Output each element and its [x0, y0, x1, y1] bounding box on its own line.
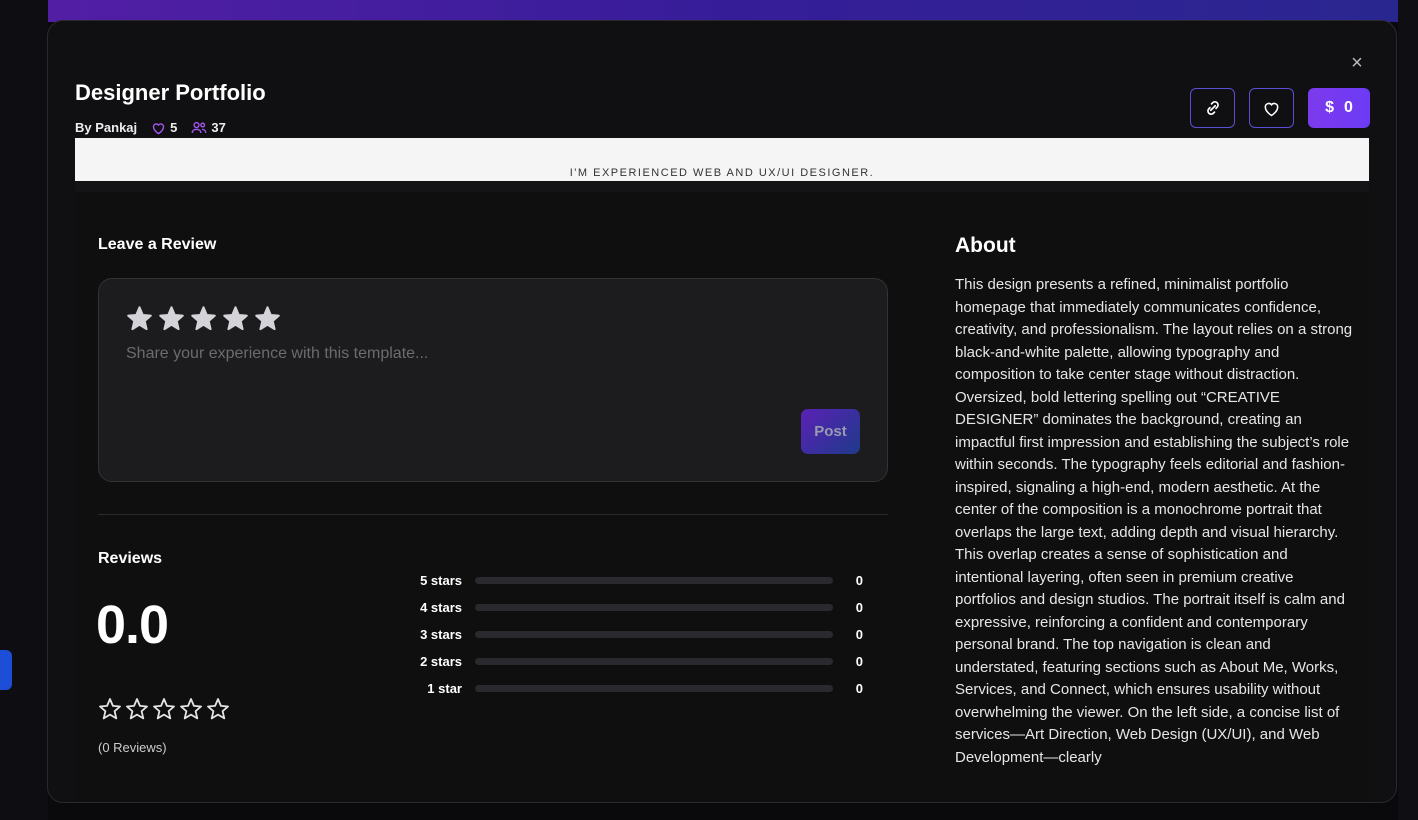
- post-review-button[interactable]: Post: [801, 409, 860, 454]
- leave-review-heading: Leave a Review: [98, 236, 217, 253]
- about-description: This design presents a refined, minimali…: [955, 276, 1353, 766]
- average-rating: 0.0: [96, 595, 169, 655]
- distribution-label: 1 star: [427, 681, 462, 696]
- template-preview: I'M EXPERIENCED WEB AND UX/UI DESIGNER.: [75, 138, 1369, 192]
- star-icon[interactable]: [126, 305, 153, 337]
- rating-input: [126, 305, 286, 337]
- about-heading: About: [955, 234, 1016, 257]
- distribution-bar: [475, 577, 833, 584]
- star-icon[interactable]: [190, 305, 217, 337]
- rating-distribution: 5 stars 0 4 stars 0 3 stars 0 2 stars 0 1 star 0: [405, 567, 863, 702]
- author-label: By Pankaj: [75, 120, 138, 135]
- distribution-row: 4 stars 0: [405, 594, 863, 621]
- distribution-bar: [475, 631, 833, 638]
- star-icon: [98, 697, 122, 726]
- close-button[interactable]: ×: [1347, 53, 1367, 73]
- distribution-count: 0: [855, 600, 863, 615]
- users-stat: 37: [191, 120, 226, 135]
- background-active-indicator: [0, 650, 12, 690]
- preview-caption: I'M EXPERIENCED WEB AND UX/UI DESIGNER.: [569, 167, 875, 179]
- distribution-count: 0: [855, 627, 863, 642]
- favorite-button[interactable]: [1249, 88, 1294, 128]
- purchase-button[interactable]: $ 0: [1308, 88, 1370, 128]
- price-value: 0: [1344, 99, 1353, 116]
- star-icon: [152, 697, 176, 726]
- distribution-label: 2 stars: [420, 654, 462, 669]
- background-edge: [1398, 0, 1418, 820]
- star-icon: [125, 697, 149, 726]
- star-icon[interactable]: [254, 305, 281, 337]
- dollar-icon: $: [1325, 99, 1334, 116]
- distribution-label: 5 stars: [420, 573, 462, 588]
- users-count: 37: [211, 120, 226, 135]
- star-icon[interactable]: [222, 305, 249, 337]
- review-textarea[interactable]: Share your experience with this template…: [126, 345, 428, 363]
- header-actions: $ 0: [1190, 88, 1370, 128]
- distribution-count: 0: [855, 654, 863, 669]
- distribution-bar: [475, 604, 833, 611]
- top-banner: [30, 0, 1418, 22]
- review-form: Share your experience with this template…: [98, 278, 888, 482]
- distribution-row: 5 stars 0: [405, 567, 863, 594]
- template-meta: By Pankaj 5 37: [75, 120, 240, 135]
- distribution-row: 1 star 0: [405, 675, 863, 702]
- distribution-row: 3 stars 0: [405, 621, 863, 648]
- template-detail-modal: × Designer Portfolio By Pankaj 5 37 $ 0 …: [47, 20, 1397, 803]
- star-icon: [179, 697, 203, 726]
- heart-icon: [152, 122, 165, 134]
- likes-count: 5: [170, 120, 178, 135]
- background-sidebar: [0, 0, 48, 820]
- star-icon[interactable]: [158, 305, 185, 337]
- copy-link-button[interactable]: [1190, 88, 1235, 128]
- users-icon: [191, 121, 207, 134]
- distribution-bar: [475, 685, 833, 692]
- review-count: (0 Reviews): [98, 740, 167, 755]
- likes-stat: 5: [151, 120, 177, 135]
- section-divider: [98, 514, 888, 515]
- preview-image: I'M EXPERIENCED WEB AND UX/UI DESIGNER.: [75, 138, 1369, 181]
- average-stars: [98, 697, 233, 726]
- star-icon: [206, 697, 230, 726]
- distribution-count: 0: [855, 681, 863, 696]
- distribution-row: 2 stars 0: [405, 648, 863, 675]
- distribution-label: 3 stars: [420, 627, 462, 642]
- distribution-label: 4 stars: [420, 600, 462, 615]
- distribution-bar: [475, 658, 833, 665]
- details-panel: Leave a Review Share your experience wit…: [75, 192, 1369, 802]
- template-title: Designer Portfolio: [75, 80, 266, 105]
- link-icon: [1206, 101, 1219, 115]
- close-icon: ×: [1351, 52, 1363, 74]
- distribution-count: 0: [855, 573, 863, 588]
- reviews-heading: Reviews: [98, 550, 163, 567]
- heart-icon: [1264, 102, 1279, 116]
